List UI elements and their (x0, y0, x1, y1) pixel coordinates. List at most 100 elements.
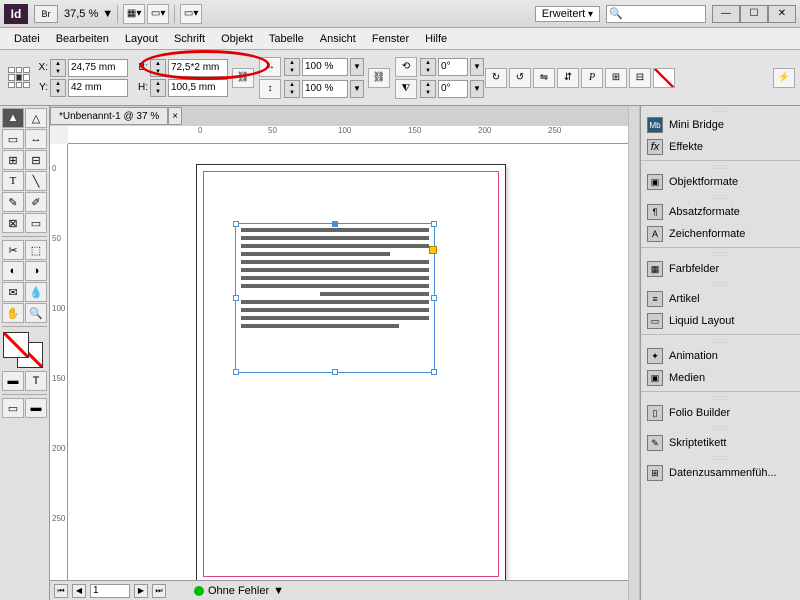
rotate-spinner[interactable]: ▲▼ (420, 58, 436, 76)
panel-animation[interactable]: ✦Animation (641, 345, 800, 367)
distribute-icon[interactable]: ⊟ (629, 68, 651, 88)
handle[interactable] (431, 369, 437, 375)
scalex-spinner[interactable]: ▲▼ (284, 58, 300, 76)
y-spinner[interactable]: ▲▼ (50, 79, 66, 97)
panel-grip[interactable]: :::::: (641, 454, 800, 462)
menu-fenster[interactable]: Fenster (364, 31, 417, 47)
rotate-ccw-icon[interactable]: ↺ (509, 68, 531, 88)
x-spinner[interactable]: ▲▼ (50, 59, 66, 77)
page-number-input[interactable] (90, 584, 130, 598)
close-tab-button[interactable]: × (168, 107, 182, 125)
fill-stroke-swatches[interactable] (3, 332, 47, 368)
shear-spinner[interactable]: ▲▼ (420, 80, 436, 98)
last-page-button[interactable]: ⏭ (152, 584, 166, 598)
panel-skriptetikett[interactable]: ✎Skriptetikett (641, 432, 800, 454)
handle[interactable] (431, 295, 437, 301)
align-icon[interactable]: ⊞ (605, 68, 627, 88)
dropdown-icon[interactable]: ▼ (470, 58, 484, 76)
apply-text-icon[interactable]: T (25, 371, 47, 391)
menu-layout[interactable]: Layout (117, 31, 166, 47)
panel-grip[interactable]: :::::: (641, 163, 800, 171)
height-input[interactable] (168, 79, 228, 97)
gradient-feather-tool[interactable]: ◑ (25, 261, 47, 281)
page[interactable] (196, 164, 506, 580)
menu-bearbeiten[interactable]: Bearbeiten (48, 31, 117, 47)
menu-objekt[interactable]: Objekt (213, 31, 261, 47)
normal-view-icon[interactable]: ▭ (2, 398, 24, 418)
rotate-input[interactable] (438, 58, 468, 76)
flip-h-icon[interactable]: ⇋ (533, 68, 555, 88)
view-options-icon[interactable]: ▦▾ (123, 4, 145, 24)
panel-grip[interactable]: :::::: (641, 337, 800, 345)
panel-liquid-layout[interactable]: ▭Liquid Layout (641, 310, 800, 332)
menu-ansicht[interactable]: Ansicht (312, 31, 364, 47)
overset-indicator[interactable] (429, 246, 437, 254)
note-tool[interactable]: ✉ (2, 282, 24, 302)
apply-color-icon[interactable]: ▬ (2, 371, 24, 391)
menu-hilfe[interactable]: Hilfe (417, 31, 455, 47)
canvas[interactable] (68, 144, 628, 580)
width-input[interactable] (168, 59, 228, 77)
handle[interactable] (431, 221, 437, 227)
panel-grip[interactable]: :::::: (641, 280, 800, 288)
text-frame[interactable] (235, 223, 435, 373)
preflight-status-icon[interactable] (194, 586, 204, 596)
panel-mini-bridge[interactable]: MbMini Bridge (641, 114, 800, 136)
maximize-button[interactable]: ☐ (740, 5, 768, 23)
handle[interactable] (332, 221, 338, 227)
panel-artikel[interactable]: ≡Artikel (641, 288, 800, 310)
width-spinner[interactable]: ▲▼ (150, 59, 166, 77)
flip-v-icon[interactable]: ⇵ (557, 68, 579, 88)
scale-y-input[interactable] (302, 80, 348, 98)
panel-grip[interactable]: :::::: (641, 106, 800, 114)
link-icon[interactable]: ⛓ (368, 68, 390, 88)
height-spinner[interactable]: ▲▼ (150, 79, 166, 97)
panel-objektformate[interactable]: ▣Objektformate (641, 171, 800, 193)
gradient-swatch-tool[interactable]: ◐ (2, 261, 24, 281)
dropdown-icon[interactable]: ▼ (350, 58, 364, 76)
free-transform-tool[interactable]: ⬚ (25, 240, 47, 260)
panel-grip[interactable]: :::::: (641, 193, 800, 201)
gap-tool[interactable]: ↔ (25, 129, 47, 149)
y-input[interactable] (68, 79, 128, 97)
panel-folio-builder[interactable]: ▯Folio Builder (641, 402, 800, 424)
page-tool[interactable]: ▭ (2, 129, 24, 149)
search-input[interactable]: 🔍 (606, 5, 706, 23)
zoom-display[interactable]: 37,5 % (64, 8, 98, 20)
eyedropper-tool[interactable]: 💧 (25, 282, 47, 302)
hand-tool[interactable]: ✋ (2, 303, 24, 323)
document-tab[interactable]: *Unbenannt-1 @ 37 % (50, 107, 168, 125)
first-page-button[interactable]: ⏮ (54, 584, 68, 598)
preview-icon[interactable]: ▬ (25, 398, 47, 418)
x-input[interactable] (68, 59, 128, 77)
scissors-tool[interactable]: ✂ (2, 240, 24, 260)
quick-apply-icon[interactable]: ⚡ (773, 68, 795, 88)
rectangle-frame-tool[interactable]: ⊠ (2, 213, 24, 233)
bridge-button[interactable]: Br (34, 5, 58, 23)
close-button[interactable]: ✕ (768, 5, 796, 23)
menu-schrift[interactable]: Schrift (166, 31, 213, 47)
workspace-selector[interactable]: Erweitert ▾ (535, 6, 600, 22)
panel-grip[interactable]: :::::: (641, 424, 800, 432)
vertical-ruler[interactable]: 0 50 100 150 200 250 (50, 144, 68, 580)
horizontal-ruler[interactable]: 0 50 100 150 200 250 (68, 126, 628, 144)
arrange-icon[interactable]: ▭▾ (180, 4, 202, 24)
next-page-button[interactable]: ▶ (134, 584, 148, 598)
scale-x-input[interactable] (302, 58, 348, 76)
rectangle-tool[interactable]: ▭ (25, 213, 47, 233)
panel-grip[interactable]: :::::: (641, 394, 800, 402)
menu-datei[interactable]: Datei (6, 31, 48, 47)
paragraph-icon[interactable]: P (581, 68, 603, 88)
dropdown-icon[interactable]: ▼ (470, 80, 484, 98)
reference-point[interactable] (8, 67, 30, 89)
panel-medien[interactable]: ▣Medien (641, 367, 800, 389)
pencil-tool[interactable]: ✐ (25, 192, 47, 212)
dropdown-icon[interactable]: ▼ (102, 8, 113, 20)
panel-datenzusammenfuehrung[interactable]: ⊞Datenzusammenfüh... (641, 462, 800, 484)
prev-page-button[interactable]: ◀ (72, 584, 86, 598)
screen-mode-icon[interactable]: ▭▾ (147, 4, 169, 24)
handle[interactable] (233, 369, 239, 375)
scaley-spinner[interactable]: ▲▼ (284, 80, 300, 98)
minimize-button[interactable]: — (712, 5, 740, 23)
pen-tool[interactable]: ✎ (2, 192, 24, 212)
